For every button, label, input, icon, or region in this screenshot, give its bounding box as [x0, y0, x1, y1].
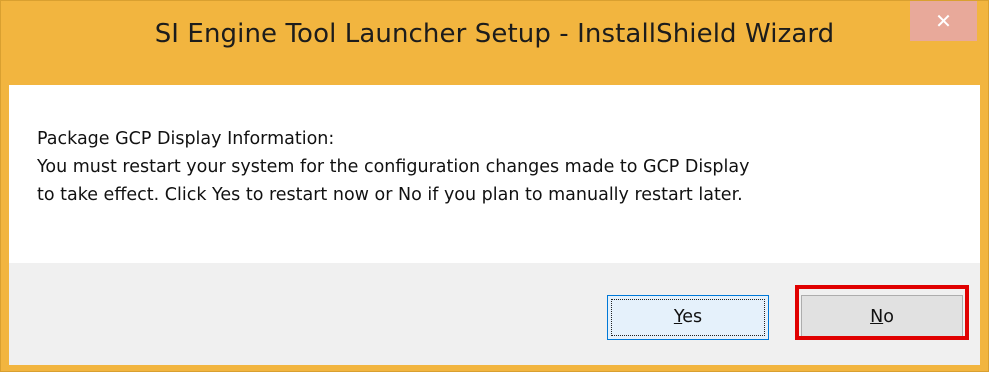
- close-button[interactable]: ✕: [910, 1, 977, 41]
- focus-rectangle: [611, 299, 765, 336]
- message-line-heading: Package GCP Display Information:: [37, 129, 335, 149]
- installer-dialog-window: SI Engine Tool Launcher Setup - InstallS…: [0, 0, 989, 372]
- no-mnemonic: N: [870, 307, 884, 327]
- message-text: Package GCP Display Information: You mus…: [37, 125, 967, 209]
- dialog-content: Package GCP Display Information: You mus…: [9, 85, 980, 365]
- title-bar[interactable]: SI Engine Tool Launcher Setup - InstallS…: [1, 1, 988, 85]
- no-label-rest: o: [883, 307, 894, 327]
- yes-button[interactable]: Yes: [607, 295, 769, 340]
- no-button[interactable]: No: [801, 295, 963, 340]
- close-icon: ✕: [935, 9, 952, 33]
- window-title: SI Engine Tool Launcher Setup - InstallS…: [154, 19, 835, 49]
- message-line-2: You must restart your system for the con…: [37, 157, 750, 177]
- button-bar: Yes No: [9, 263, 980, 365]
- message-line-3: to take effect. Click Yes to restart now…: [37, 185, 743, 205]
